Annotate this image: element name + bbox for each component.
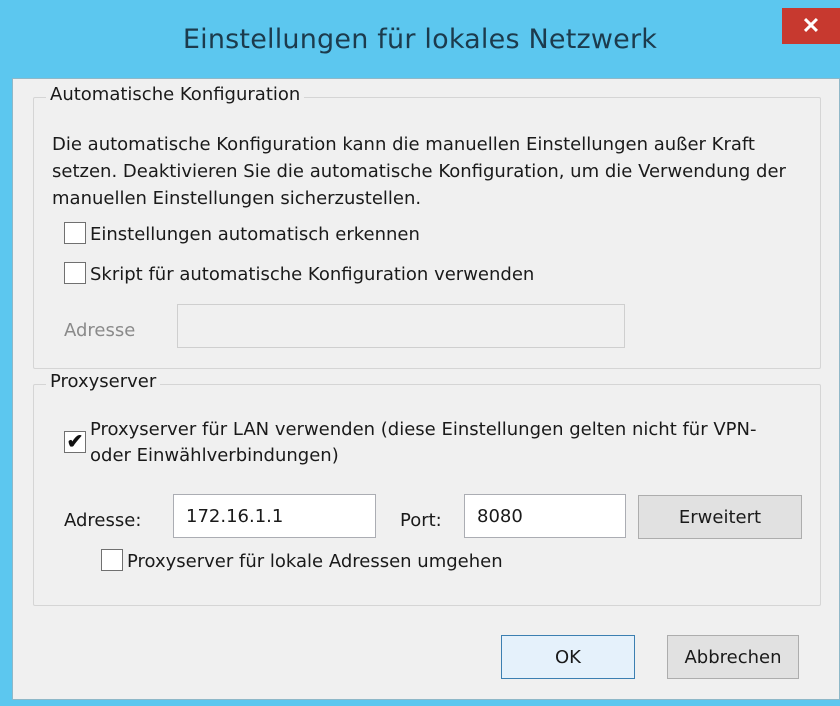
- proxy-address-field[interactable]: 172.16.1.1: [173, 494, 376, 538]
- title-bar: Einstellungen für lokales Netzwerk ✕: [0, 0, 840, 78]
- auto-detect-checkbox[interactable]: [64, 222, 86, 244]
- cancel-button[interactable]: Abbrechen: [667, 635, 799, 679]
- use-proxy-checkbox[interactable]: ✔: [64, 431, 86, 453]
- script-address-field[interactable]: [177, 304, 625, 348]
- auto-config-description: Die automatische Konfiguration kann die …: [52, 134, 786, 209]
- use-proxy-row[interactable]: ✔ Proxyserver für LAN verwenden (diese E…: [64, 417, 764, 469]
- lan-settings-dialog: Einstellungen für lokales Netzwerk ✕ Aut…: [0, 0, 840, 706]
- checkmark-icon: ✔: [66, 431, 84, 453]
- ok-button[interactable]: OK: [501, 635, 635, 679]
- auto-script-checkbox[interactable]: [64, 262, 86, 284]
- advanced-button[interactable]: Erweitert: [638, 495, 802, 539]
- proxy-address-label: Adresse:: [64, 510, 142, 531]
- auto-config-group: Automatische Konfiguration Die automatis…: [33, 84, 821, 369]
- bypass-local-checkbox[interactable]: [101, 549, 123, 571]
- dialog-title: Einstellungen für lokales Netzwerk: [182, 23, 658, 55]
- use-proxy-label: Proxyserver für LAN verwenden (diese Ein…: [90, 419, 757, 466]
- auto-detect-label: Einstellungen automatisch erkennen: [90, 224, 420, 245]
- bypass-local-label: Proxyserver für lokale Adressen umgehen: [127, 551, 503, 572]
- auto-script-row[interactable]: Skript für automatische Konfiguration ve…: [64, 262, 534, 287]
- script-address-label: Adresse: [64, 320, 136, 341]
- auto-detect-row[interactable]: Einstellungen automatisch erkennen: [64, 222, 420, 247]
- dialog-body: Automatische Konfiguration Die automatis…: [12, 78, 840, 700]
- proxy-group: Proxyserver ✔ Proxyserver für LAN verwen…: [33, 371, 821, 606]
- close-icon: ✕: [801, 13, 821, 38]
- proxy-port-label: Port:: [400, 510, 442, 531]
- proxy-port-field[interactable]: 8080: [464, 494, 626, 538]
- proxy-group-title: Proxyserver: [46, 371, 161, 392]
- auto-config-group-title: Automatische Konfiguration: [46, 84, 305, 105]
- bypass-local-row[interactable]: Proxyserver für lokale Adressen umgehen: [101, 549, 503, 574]
- auto-script-label: Skript für automatische Konfiguration ve…: [90, 264, 535, 285]
- close-button[interactable]: ✕: [782, 8, 840, 44]
